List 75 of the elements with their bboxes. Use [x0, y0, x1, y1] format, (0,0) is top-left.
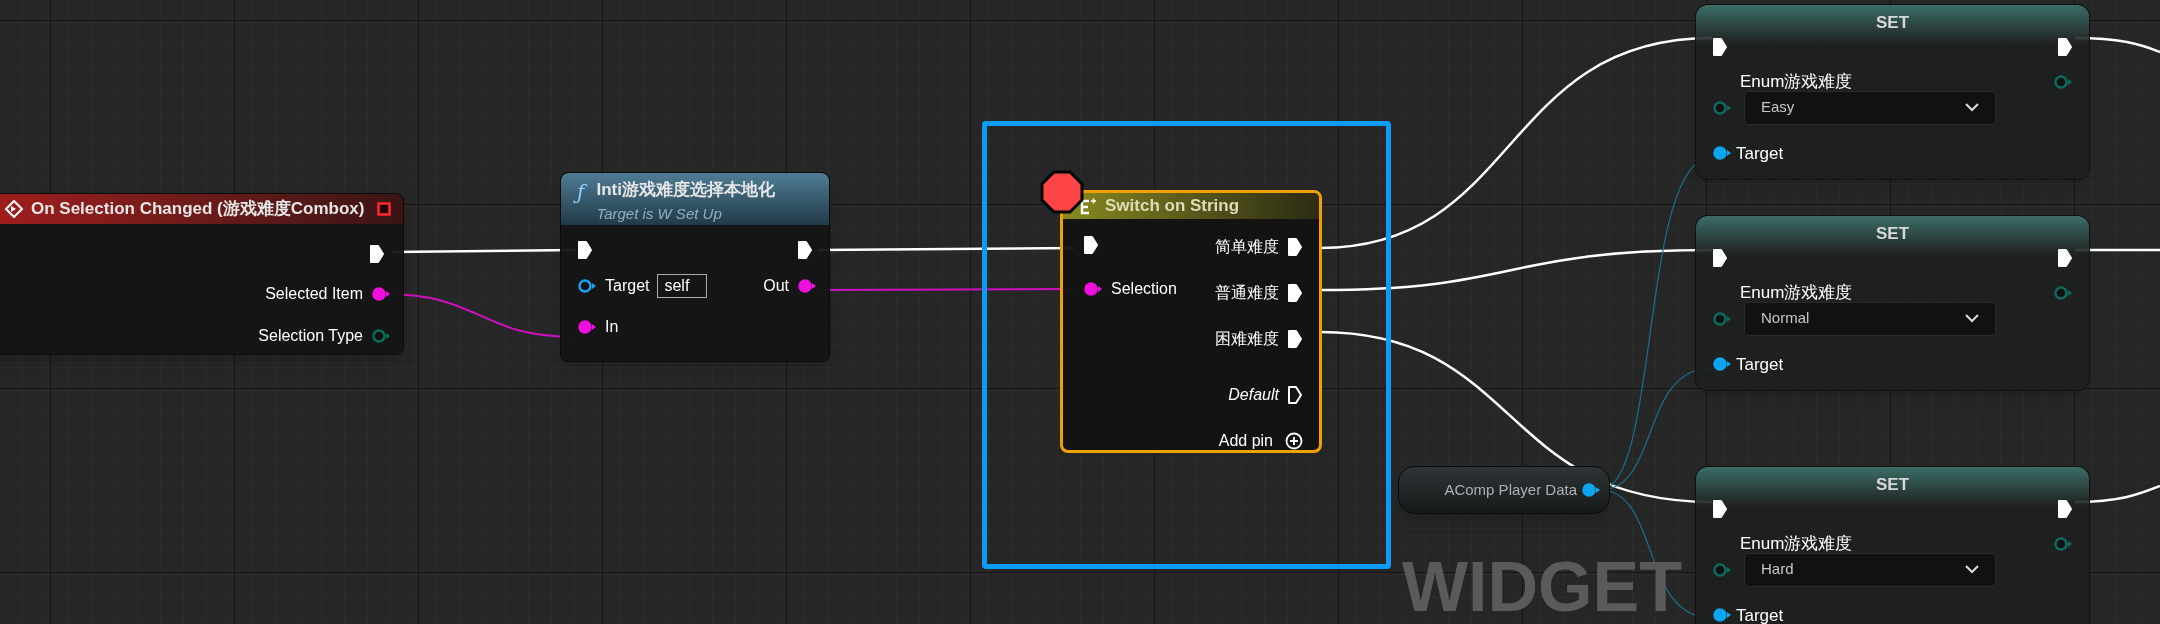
pin-label: 普通难度 [1215, 282, 1279, 303]
enum-dropdown[interactable]: Hard [1744, 552, 1996, 587]
pin-label: Selection Type [258, 326, 363, 346]
exec-pin-icon[interactable] [1712, 499, 1728, 519]
delegate-pin-icon[interactable] [377, 202, 391, 216]
exec-pin-icon[interactable] [1287, 236, 1303, 257]
pin-label: In [605, 317, 619, 337]
data-pin-icon[interactable] [1581, 482, 1601, 498]
variable-label: Enum游戏难度 [1740, 71, 1853, 93]
dropdown-value: Easy [1761, 97, 1795, 118]
node-title: SET [1875, 224, 1910, 244]
dropdown-value: Hard [1761, 559, 1794, 580]
pin-label: 困难难度 [1215, 328, 1279, 349]
exec-pin-icon[interactable] [797, 240, 813, 260]
node-title: Switch on String [1105, 195, 1240, 217]
enum-dropdown[interactable]: Normal [1744, 301, 1996, 336]
variable-label: Enum游戏难度 [1740, 282, 1853, 304]
exec-pin-icon[interactable] [1083, 234, 1099, 255]
exec-pin-icon[interactable] [1287, 282, 1303, 303]
data-pin-icon[interactable] [1712, 310, 1732, 327]
set-node[interactable]: SET Enum游戏难度 Hard Target [1695, 466, 2090, 624]
variable-node[interactable]: AComp Player Data [1398, 466, 1610, 514]
data-pin-icon[interactable] [797, 278, 817, 294]
add-pin-button[interactable]: Add pin [1218, 428, 1319, 453]
chevron-down-icon [1965, 103, 1979, 112]
set-node[interactable]: SET Enum游戏难度 Normal Target [1695, 215, 2090, 391]
pin-label: Selected Item [265, 284, 363, 304]
data-pin-icon[interactable] [371, 286, 391, 302]
exec-pin-icon[interactable] [2057, 248, 2073, 268]
chevron-down-icon [1965, 565, 1979, 574]
enum-dropdown[interactable]: Easy [1744, 90, 1996, 125]
exec-pin-icon[interactable] [1712, 248, 1728, 268]
exec-pin-icon[interactable] [1287, 328, 1303, 349]
exec-pin-icon[interactable] [2057, 499, 2073, 519]
data-pin-icon[interactable] [1712, 356, 1732, 373]
pin-label: Target [1736, 353, 1784, 376]
data-pin-icon[interactable] [1083, 280, 1103, 297]
data-pin-icon[interactable] [2053, 535, 2073, 552]
node-subtitle: Target is W Set Up [596, 203, 723, 224]
pin-label: Default [1228, 384, 1279, 405]
pin-label: Target [1736, 604, 1784, 624]
exec-pin-icon[interactable] [2057, 37, 2073, 57]
data-pin-icon[interactable] [2053, 284, 2073, 301]
node-title: On Selection Changed (游戏难度Combox) [31, 198, 365, 221]
exec-pin-icon[interactable] [369, 244, 385, 264]
data-pin-icon[interactable] [1712, 561, 1732, 578]
event-diamond-icon [5, 200, 23, 218]
data-pin-icon[interactable] [1712, 99, 1732, 116]
exec-pin-icon[interactable] [577, 240, 593, 260]
data-pin-icon[interactable] [371, 328, 391, 344]
function-node[interactable]: ƒ Inti游戏难度选择本地化 Target is W Set Up Target self In Out [560, 172, 830, 362]
data-pin-icon[interactable] [2053, 73, 2073, 90]
pin-label: Target [605, 276, 650, 296]
pin-label: Selection [1111, 278, 1177, 299]
data-pin-icon[interactable] [577, 278, 597, 294]
node-title: SET [1875, 475, 1910, 495]
pin-label: Target [1736, 142, 1784, 165]
event-node[interactable]: On Selection Changed (游戏难度Combox) Selected Item Selection Type [0, 193, 404, 355]
exec-pin-icon[interactable] [1287, 384, 1303, 405]
switch-node[interactable]: Switch on String Selection 简单难度 普通难度 困难难度 Default Add pin [1060, 190, 1322, 453]
node-title: Inti游戏难度选择本地化 [596, 179, 775, 201]
data-pin-icon[interactable] [1712, 145, 1732, 162]
variable-label: Enum游戏难度 [1740, 533, 1853, 555]
chevron-down-icon [1965, 314, 1979, 323]
set-node[interactable]: SET Enum游戏难度 Easy Target [1695, 4, 2090, 180]
pin-label: 简单难度 [1215, 236, 1279, 257]
dropdown-value: Normal [1761, 308, 1810, 329]
node-title: SET [1875, 13, 1910, 33]
data-pin-icon[interactable] [1712, 607, 1732, 624]
exec-pin-icon[interactable] [1712, 37, 1728, 57]
target-field[interactable]: self [657, 274, 708, 298]
plus-circle-icon [1285, 431, 1303, 450]
variable-label: AComp Player Data [1444, 479, 1577, 500]
pin-label: Out [763, 276, 789, 296]
data-pin-icon[interactable] [577, 319, 597, 335]
